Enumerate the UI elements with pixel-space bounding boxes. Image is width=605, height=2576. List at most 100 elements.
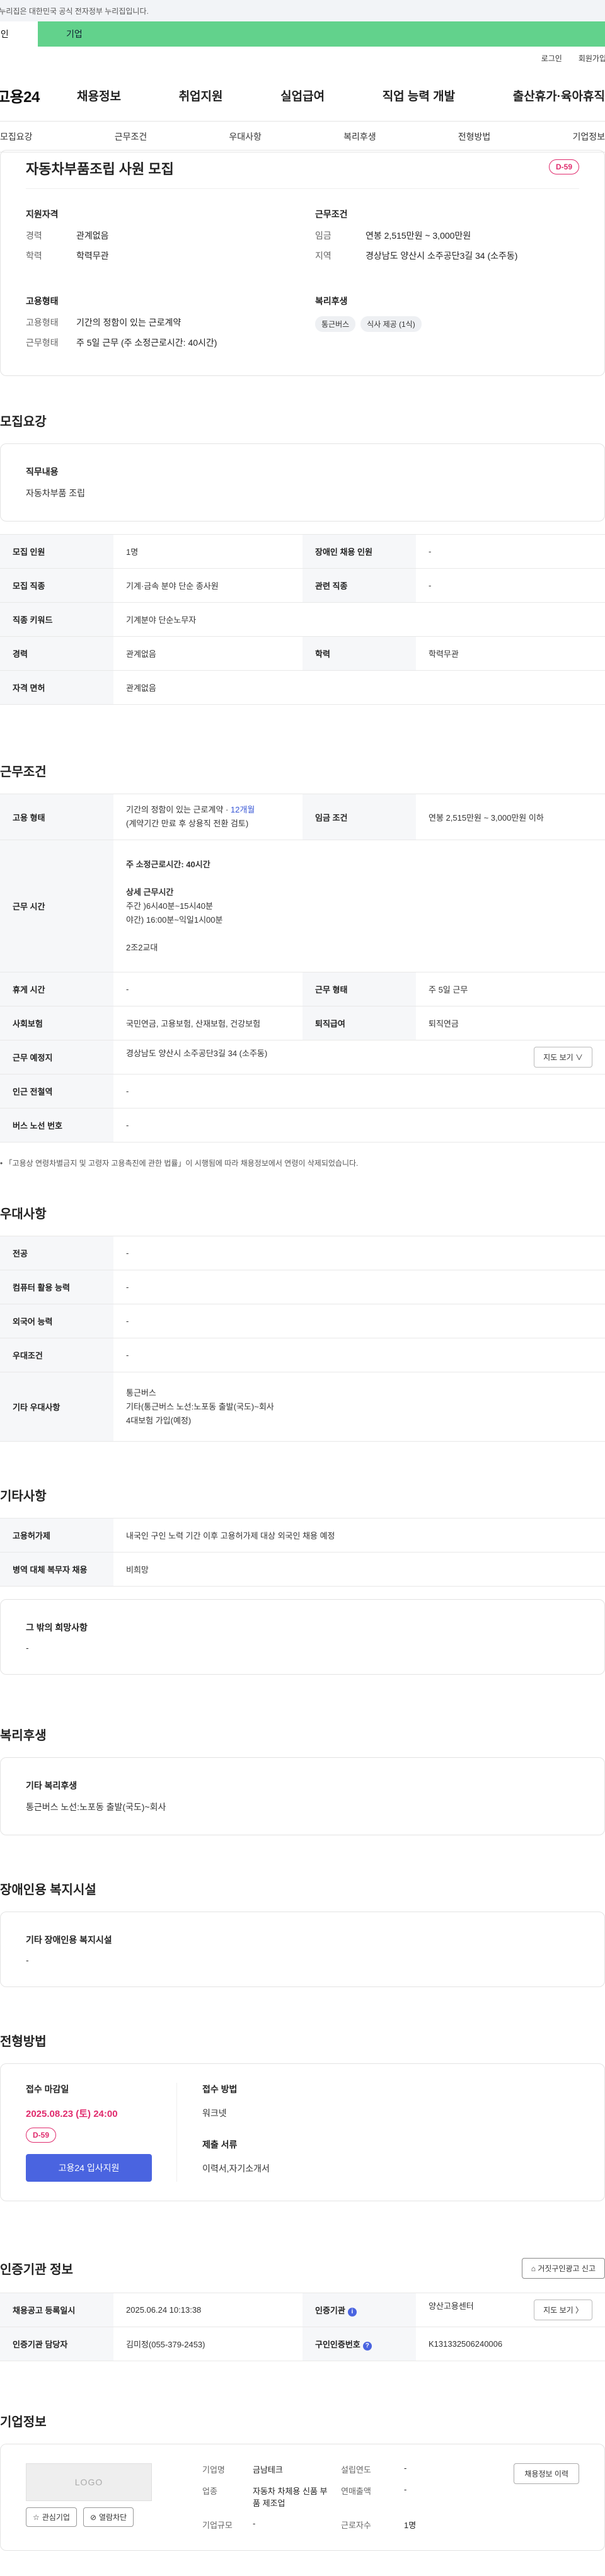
employment-block: 고용형태 고용형태 기간의 정함이 있는 근로계약 근무형태 주 5일 근무 (주 … [26, 295, 290, 356]
gnb-item-unemployment[interactable]: 실업급여 [280, 87, 325, 104]
table-row: 인근 전철역 - [0, 1074, 605, 1108]
star-icon: ☆ [33, 2512, 40, 2522]
table-row: 모집 인원 1명 장애인 채용 인원 - [0, 534, 605, 569]
welfare-box: 기타 복리후생 통근버스 노선:노포동 출발(국도)~회사 [0, 1757, 605, 1835]
duty-heading: 직무내용 [26, 467, 59, 477]
company-card: LOGO ☆ 관심기업 ⊘ 열람차단 기업명 금남테크 설립연도 - 업종 자동차 … [0, 2444, 605, 2551]
certify-table: 채용공고 등록일시 2025.06.24 10:13:38 인증기관 i 양산고용… [0, 2293, 605, 2361]
section-conditions-title: 근무조건 [0, 765, 47, 779]
education-value: 학력무관 [76, 251, 109, 261]
gov-banner: 이 누리집은 대한민국 공식 전자정부 누리집입니다. [0, 0, 605, 21]
login-link[interactable]: 로그인 [541, 53, 562, 64]
anchor-welfare[interactable]: 복리후생 [343, 130, 376, 143]
signup-link[interactable]: 회원가입 [579, 53, 605, 64]
table-row: 채용공고 등록일시 2025.06.24 10:13:38 인증기관 i 양산고용… [0, 2293, 605, 2327]
table-row: 근무 시간 주 소정근로시간: 40시간 상세 근무시간 주간 )6시40분~1… [0, 840, 605, 972]
global-nav: 고용24 채용정보 취업지원 실업급여 직업 능력 개발 출산휴가·육아휴직 [0, 69, 605, 121]
tab-company[interactable]: 기업 [38, 21, 605, 47]
method-heading: 접수 방법 [202, 2084, 238, 2094]
recruit-history-button[interactable]: 채용정보 이력 [514, 2463, 579, 2484]
info-icon[interactable]: ? [362, 2341, 372, 2351]
section-selection-title: 전형방법 [0, 2035, 47, 2049]
section-certify-title: 인증기관 정보 [0, 2263, 73, 2277]
anchor-prefer[interactable]: 우대사항 [229, 130, 262, 143]
selection-card: 접수 마감일 2025.08.23 (토) 24:00 D-59 고용24 입사… [0, 2063, 605, 2201]
table-row: 버스 노선 번호 - [0, 1108, 605, 1143]
divider [26, 188, 579, 189]
table-row: 근무 예정지 경상남도 양산시 소주공단3길 34 (소주동) 지도 보기 ∨ [0, 1040, 605, 1074]
disability-box: 기타 장애인용 복지시설 - [0, 1912, 605, 1987]
util-bar: 로그인 회원가입 [0, 47, 605, 69]
age-note: • 「고용상 연령차별금지 및 고령자 고용촉진에 관한 법률」이 시행됨에 따… [0, 1159, 359, 1168]
company-logo-placeholder: LOGO [26, 2463, 152, 2501]
table-row: 경력 관계없음 학력 학력무관 [0, 636, 605, 671]
gnb-item-parental-leave[interactable]: 출산휴가·육아휴직 [513, 87, 605, 104]
headcount-value: 1명 [113, 534, 302, 569]
job-title: 자동차부품조립 사원 모집 [26, 161, 174, 177]
table-row: 외국어 능력 - [0, 1304, 605, 1338]
map-view-button[interactable]: 지도 보기 ∨ [534, 1047, 592, 1068]
table-row: 고용허가제 내국인 구인 노력 기간 이후 고용허가제 대상 외국인 채용 예정 [0, 1518, 605, 1553]
area-value: 경상남도 양산시 소주공단3길 34 (소주동) [366, 251, 518, 261]
dday-badge: D-59 [26, 2128, 57, 2143]
career-value: 관계없음 [76, 231, 109, 241]
section-others-title: 기타사항 [0, 1490, 47, 1503]
regdate-value: 2025.06.24 10:13:38 [113, 2293, 302, 2327]
gnb-item-jobs[interactable]: 채용정보 [77, 87, 121, 104]
conditions-heading: 근무조건 [315, 209, 348, 219]
docs-value: 이력서,자기소개서 [202, 2163, 270, 2174]
welfare-etc-heading: 기타 복리후생 [26, 1781, 78, 1791]
summary-card: 자동차부품조립 사원 모집 D-59 지원자격 경력 관계없음 학력 학력무관 근무… [0, 150, 605, 376]
wish-heading: 그 밖의 희망사항 [26, 1622, 88, 1633]
tab-personal[interactable]: 개인 [0, 21, 38, 47]
contract-months: 12개월 [230, 805, 255, 814]
wish-box: 그 밖의 희망사항 - [0, 1599, 605, 1675]
duty-value: 자동차부품 조립 [26, 488, 86, 498]
deadline-value: 2025.08.23 (토) 24:00 [26, 2109, 118, 2119]
place-value: 경상남도 양산시 소주공단3길 34 (소주동) [126, 1049, 268, 1058]
gnb-menu: 채용정보 취업지원 실업급여 직업 능력 개발 출산휴가·육아휴직 [77, 87, 605, 104]
agency-map-button[interactable]: 지도 보기 〉 [534, 2300, 592, 2320]
wage-value: 연봉 2,515만원 ~ 3,000만원 [366, 231, 471, 241]
report-fake-ad-button[interactable]: ⌂ 거짓구인광고 신고 [521, 2258, 605, 2279]
emptype-value: 기간의 정함이 있는 근로계약 [76, 317, 182, 328]
gnb-item-employment-support[interactable]: 취업지원 [179, 87, 223, 104]
table-row: 인증기관 담당자 김미정(055-379-2453) 구인인증번호? K1313… [0, 2327, 605, 2361]
section-recruit-title: 모집요강 [0, 415, 47, 429]
info-icon[interactable]: i [347, 2307, 357, 2317]
table-row: 병역 대체 복무자 채용 비희망 [0, 1552, 605, 1587]
top-tabs: 개인 기업 [0, 21, 605, 47]
company-name: 금남테크 [253, 2465, 283, 2475]
section-welfare-title: 복리후생 [0, 1729, 47, 1743]
interest-company-button[interactable]: ☆ 관심기업 [26, 2507, 77, 2527]
chip-meal: 식사 제공 (1식) [360, 316, 422, 332]
conditions-block: 근무조건 임금 연봉 2,515만원 ~ 3,000만원 지역 경상남도 양산시 소… [315, 208, 579, 270]
anchor-conditions[interactable]: 근무조건 [115, 130, 147, 143]
table-row: 전공 - [0, 1236, 605, 1270]
section-company-title: 기업정보 [0, 2415, 47, 2429]
company-industry: 자동차 차체용 신품 부품 제조업 [253, 2487, 328, 2509]
table-row: 컴퓨터 활용 능력 - [0, 1270, 605, 1304]
anchor-company[interactable]: 기업정보 [572, 130, 605, 143]
page-bottom-spacer [0, 2551, 605, 2576]
conditions-table: 고용 형태 기간의 정함이 있는 근로계약 · 12개월 (계약기간 만료 후 … [0, 794, 605, 1143]
dday-badge: D-59 [548, 159, 579, 174]
gov-banner-text: 이 누리집은 대한민국 공식 전자정부 누리집입니다. [0, 6, 149, 16]
qualification-heading: 지원자격 [26, 209, 59, 219]
table-row: 모집 직종 기계·금속 분야 단순 종사원 관련 직종 - [0, 568, 605, 603]
anchor-recruit[interactable]: 모집요강 [0, 130, 33, 143]
disability-heading: 기타 장애인용 복지시설 [26, 1935, 112, 1945]
apply-button[interactable]: 고용24 입사지원 [26, 2154, 152, 2182]
employment-heading: 고용형태 [26, 296, 59, 306]
table-row: 자격 면허 관계없음 [0, 670, 605, 705]
site-logo[interactable]: 고용24 [0, 84, 77, 106]
gnb-item-training[interactable]: 직업 능력 개발 [383, 87, 455, 104]
prefer-table: 전공 - 컴퓨터 활용 능력 - 외국어 능력 - 우대조건 - 기타 우대사항… [0, 1236, 605, 1442]
anchor-nav: 모집요강 근무조건 우대사항 복리후생 전형방법 기업정보 [0, 121, 605, 152]
certify-title-row: 인증기관 정보 ⌂ 거짓구인광고 신고 [0, 2258, 605, 2279]
table-row: 고용 형태 기간의 정함이 있는 근로계약 · 12개월 (계약기간 만료 후 … [0, 794, 605, 840]
block-view-button[interactable]: ⊘ 열람차단 [83, 2507, 134, 2527]
recruit-table: 모집 인원 1명 장애인 채용 인원 - 모집 직종 기계·금속 분야 단순 종… [0, 534, 605, 705]
table-row: 휴게 시간 - 근무 형태 주 5일 근무 [0, 972, 605, 1006]
anchor-selection[interactable]: 전형방법 [458, 130, 491, 143]
